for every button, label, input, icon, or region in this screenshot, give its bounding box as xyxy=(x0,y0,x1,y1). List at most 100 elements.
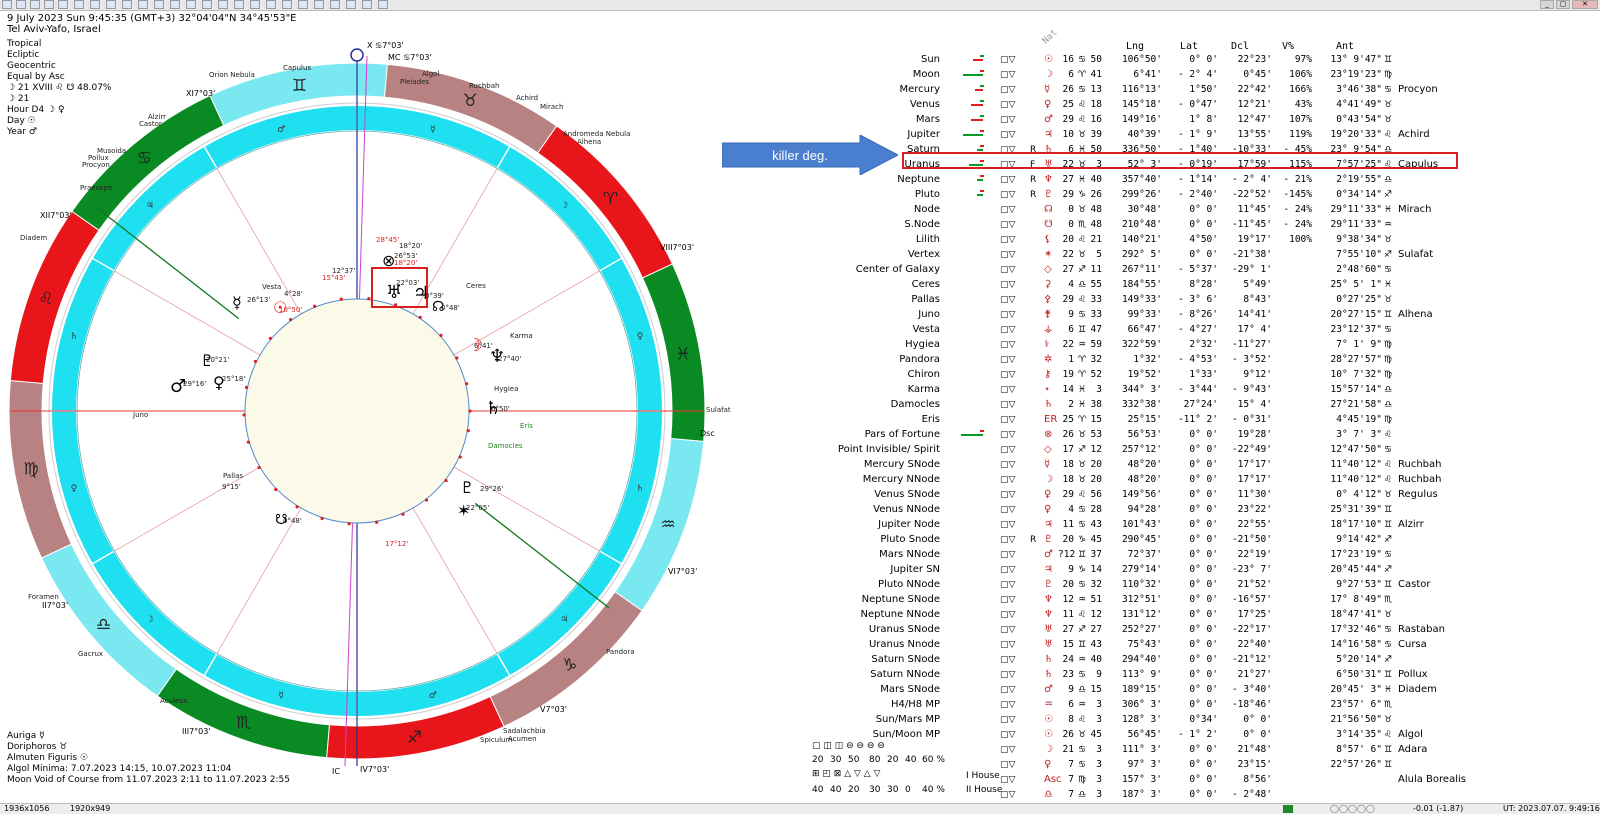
toolbar-button-20[interactable] xyxy=(298,0,308,9)
table-row[interactable]: Vertex ▢▽ ✶ 22 ♉ 5 292° 5' 0° 0' -21°38' 7°55'10"… xyxy=(0,248,1600,263)
table-row[interactable]: Pandora ▢▽ ✲ 1 ♈ 32 1°32' - 4°53' - 3°52' 28°27'5… xyxy=(0,353,1600,368)
row-sign: ♍ xyxy=(1078,775,1087,785)
table-row[interactable]: Venus NNode ▢▽ ♀ 4 ♋ 28 94°28' 0° 0' 23°22' 25°31… xyxy=(0,503,1600,518)
toolbar-button-18[interactable] xyxy=(266,0,276,9)
toolbar-button-6[interactable] xyxy=(74,0,84,9)
table-row[interactable]: Pluto NNode ▢▽ ♇ 20 ♋ 32 110°32' 0° 0' 21°52' 9°2… xyxy=(0,578,1600,593)
toolbar-button-4[interactable] xyxy=(44,0,54,9)
table-row[interactable]: Jupiter SN ▢▽ ♃ 9 ♑ 14 279°14' 0° 0' -23° 7' 20°4… xyxy=(0,563,1600,578)
row-star: Adara xyxy=(1398,744,1428,755)
row-lng: 267°11' xyxy=(1121,264,1162,275)
row-lat: 0° 0' xyxy=(1189,789,1218,800)
toolbar-button-17[interactable] xyxy=(250,0,260,9)
toolbar-button-21[interactable] xyxy=(314,0,324,9)
table-row[interactable]: Point Invisible/ Spirit ▢▽ ◇ 17 ♐ 12 257°12' 0°… xyxy=(0,443,1600,458)
table-row[interactable]: H4/H8 MP ▢▽ ♒ 6 ♒ 3 306° 3' 0° 0' -18°46' 23°57' … xyxy=(0,698,1600,713)
row-sign: ♈ xyxy=(1078,70,1087,80)
toolbar-button-7[interactable] xyxy=(90,0,100,9)
toolbar-button-8[interactable] xyxy=(106,0,116,9)
table-row[interactable]: Jupiter Node ▢▽ ♃ 11 ♋ 43 101°43' 0° 0' 22°55' 18… xyxy=(0,518,1600,533)
row-lat: 0° 0' xyxy=(1189,744,1218,755)
row-min: 3 xyxy=(1096,789,1102,800)
table-row[interactable]: Ceres ▢▽ ⚳ 4 ♎ 55 184°55' 8°28' 5°49' 25° 5' 1" ♓ xyxy=(0,278,1600,293)
table-row[interactable]: Hygiea ▢▽ ⚕ 22 ♒ 59 322°59' 2°32' -11°27' 7° 1' 9… xyxy=(0,338,1600,353)
toolbar-button-22[interactable] xyxy=(330,0,340,9)
table-row[interactable]: Venus ▢▽ ♀ 25 ♌ 18 145°18' - 0°47' 12°21' 43% 4°41… xyxy=(0,98,1600,113)
row-aspect-icons: ▢▽ xyxy=(1000,205,1016,215)
table-row[interactable]: Mercury ▢▽ ☿ 26 ♋ 13 116°13' 1°50' 22°42' 166% 3°4… xyxy=(0,83,1600,98)
table-row[interactable]: Node ▢▽ ☊ 0 ♉ 48 30°48' 0° 0' 11°45' - 24% 29°11'3… xyxy=(0,203,1600,218)
table-row[interactable]: Venus SNode ▢▽ ♀ 29 ♌ 56 149°56' 0° 0' 11°30' 0° … xyxy=(0,488,1600,503)
legend-row2-value: 30 xyxy=(869,785,881,795)
table-row[interactable]: Sun/Mars MP ▢▽ ☉ 8 ♌ 3 128° 3' 0°34' 0° 0' 21°56'… xyxy=(0,713,1600,728)
table-row[interactable]: ▢▽ ♀ 7 ♋ 3 97° 3' 0° 0' 23°15' 22°57'26" ♊ xyxy=(0,758,1600,773)
toolbar-button-1[interactable] xyxy=(2,0,12,9)
table-row[interactable]: Mars SNode ▢▽ ♂ 9 ♎ 15 189°15' 0° 0' - 3°40' 20°4… xyxy=(0,683,1600,698)
table-row[interactable]: Karma ▢▽ ⋆ 14 ♓ 3 344° 3' - 3°44' - 9°43' 15°57'1… xyxy=(0,383,1600,398)
table-row[interactable]: Neptune NNode ▢▽ ♆ 11 ♌ 12 131°12' 0° 0' 17°25' 1… xyxy=(0,608,1600,623)
row-v: - 21% xyxy=(1283,174,1312,185)
toolbar-button-15[interactable] xyxy=(218,0,228,9)
toolbar-button-2[interactable] xyxy=(16,0,26,9)
table-row[interactable]: Eris ▢▽ ER 25 ♈ 15 25°15' -11° 2' - 0°31' 4°45'19… xyxy=(0,413,1600,428)
table-row[interactable]: Vesta ▢▽ ⚶ 6 ♊ 47 66°47' - 4°27' 17° 4' 23°12'37"… xyxy=(0,323,1600,338)
toolbar-button-25[interactable] xyxy=(378,0,388,9)
toolbar-button-16[interactable] xyxy=(234,0,244,9)
table-row[interactable]: Juno ▢▽ ⚵ 9 ♋ 33 99°33' - 8°26' 14°41' 20°27'15" ♊… xyxy=(0,308,1600,323)
toolbar-button-3[interactable] xyxy=(30,0,40,9)
table-row[interactable]: ▢▽ Asc 7 ♍ 3 157° 3' 0° 0' 8°56' Alula Borealis xyxy=(0,773,1600,788)
table-row[interactable]: Neptune ▢▽ R ♆ 27 ♓ 40 357°40' - 1°14' - 2° 4' - 2… xyxy=(0,173,1600,188)
row-lng: 72°37' xyxy=(1127,549,1162,560)
row-lng: 97° 3' xyxy=(1127,759,1162,770)
row-sign: ♌ xyxy=(1078,115,1087,125)
row-ant: 28°27'57" xyxy=(1330,354,1382,365)
toolbar-button-19[interactable] xyxy=(282,0,292,9)
table-row[interactable]: ▢▽ ☽ 21 ♋ 3 111° 3' 0° 0' 21°48' 8°57' 6" ♊ Adara xyxy=(0,743,1600,758)
table-row[interactable]: Mercury NNode ▢▽ ☽ 18 ♉ 20 48°20' 0° 0' 17°17' 11… xyxy=(0,473,1600,488)
table-row[interactable]: S.Node ▢▽ ☋ 0 ♏ 48 210°48' 0° 0' -11°45' - 24% 29°… xyxy=(0,218,1600,233)
toolbar-button-24[interactable] xyxy=(362,0,372,9)
row-min: 50 xyxy=(1090,54,1102,65)
table-row[interactable]: Saturn SNode ▢▽ ♄ 24 ♒ 40 294°40' 0° 0' -21°12' 5… xyxy=(0,653,1600,668)
table-row[interactable]: Moon ▢▽ ☽ 6 ♈ 41 6°41' - 2° 4' 0°45' 106% 23°19'23… xyxy=(0,68,1600,83)
row-symbol: ◇ xyxy=(1044,264,1052,275)
toolbar-button-23[interactable] xyxy=(346,0,356,9)
toolbar-button-13[interactable] xyxy=(186,0,196,9)
table-row[interactable]: Mercury SNode ▢▽ ☿ 18 ♉ 20 48°20' 0° 0' 17°17' 11… xyxy=(0,458,1600,473)
row-dcl: -22°49' xyxy=(1231,444,1272,455)
row-dcl: -21°12' xyxy=(1231,654,1272,665)
table-row[interactable]: Chiron ▢▽ ⚷ 19 ♈ 52 19°52' 1°33' 9°12' 10° 7'32" ♍ xyxy=(0,368,1600,383)
row-deg: 24 xyxy=(1062,654,1074,665)
table-row[interactable]: ▢▽ ♎ 7 ♎ 3 187° 3' 0° 0' - 2°48' xyxy=(0,788,1600,803)
table-row[interactable]: Jupiter ▢▽ ♃ 10 ♉ 39 40°39' - 1° 9' 13°55' 119% 19… xyxy=(0,128,1600,143)
table-row[interactable]: Pluto ▢▽ R ♇ 29 ♑ 26 299°26' - 2°40' -22°52' -145%… xyxy=(0,188,1600,203)
table-row[interactable]: Neptune SNode ▢▽ ♆ 12 ♒ 51 312°51' 0° 0' -16°57'… xyxy=(0,593,1600,608)
toolbar-button-10[interactable] xyxy=(138,0,148,9)
table-row[interactable]: Saturn NNode ▢▽ ♄ 23 ♋ 9 113° 9' 0° 0' 21°27' 6°5… xyxy=(0,668,1600,683)
table-row[interactable]: Uranus SNode ▢▽ ♅ 27 ♐ 27 252°27' 0° 0' -22°17' 1… xyxy=(0,623,1600,638)
toolbar-button-5[interactable] xyxy=(58,0,68,9)
toolbar-button-14[interactable] xyxy=(202,0,212,9)
table-row[interactable]: Mars NNode ▢▽ ♂ ?12 ♊ 37 72°37' 0° 0' 22°19' 17°2… xyxy=(0,548,1600,563)
row-dcl: 23°22' xyxy=(1237,504,1272,515)
table-row[interactable]: Lilith ▢▽ ⚸ 20 ♌ 21 140°21' 4°50' 19°17' 100% 9°38… xyxy=(0,233,1600,248)
table-row[interactable]: Pluto Snode ▢▽ R ♇ 20 ♑ 45 290°45' 0° 0' -21°50' 9… xyxy=(0,533,1600,548)
table-row[interactable]: Sun ▢▽ ☉ 16 ♋ 50 106°50' 0° 0' 22°23' 97% 13° 9'47… xyxy=(0,53,1600,68)
row-aspect-icons: ▢▽ xyxy=(1000,250,1016,260)
table-row[interactable]: Sun/Moon MP ▢▽ ☉ 26 ♉ 45 56°45' - 1° 2' 0° 0' 3°1… xyxy=(0,728,1600,743)
table-row[interactable]: Pallas ▢▽ ⚴ 29 ♌ 33 149°33' - 3° 6' 8°43' 0°27'25… xyxy=(0,293,1600,308)
table-row[interactable]: Damocles ▢▽ ♄ 2 ♓ 38 332°38' 27°24' 15° 4' 27°21'… xyxy=(0,398,1600,413)
table-row[interactable]: Pars of Fortune ▢▽ ⊗ 26 ♉ 53 56°53' 0° 0' 19°28'… xyxy=(0,428,1600,443)
table-row[interactable]: Uranus Nnode ▢▽ ♅ 15 ♊ 43 75°43' 0° 0' 22°40' 14°… xyxy=(0,638,1600,653)
row-name: Mars SNode xyxy=(880,684,940,695)
table-row[interactable]: Mars ▢▽ ♂ 29 ♌ 16 149°16' 1° 8' 12°47' 107% 0°43'5… xyxy=(0,113,1600,128)
row-aspect-icons: ▢▽ xyxy=(1000,325,1016,335)
table-row[interactable]: Center of Galaxy ▢▽ ◇ 27 ♐ 11 267°11' - 5°37' -2… xyxy=(0,263,1600,278)
toolbar-button-9[interactable] xyxy=(122,0,132,9)
close-button[interactable]: ✕ xyxy=(1572,0,1598,9)
restore-button[interactable]: ▢ xyxy=(1556,0,1570,9)
toolbar-button-11[interactable] xyxy=(154,0,164,9)
row-ant-sign: ♐ xyxy=(1384,190,1393,200)
minimize-button[interactable]: _ xyxy=(1540,0,1554,9)
toolbar-button-12[interactable] xyxy=(170,0,180,9)
